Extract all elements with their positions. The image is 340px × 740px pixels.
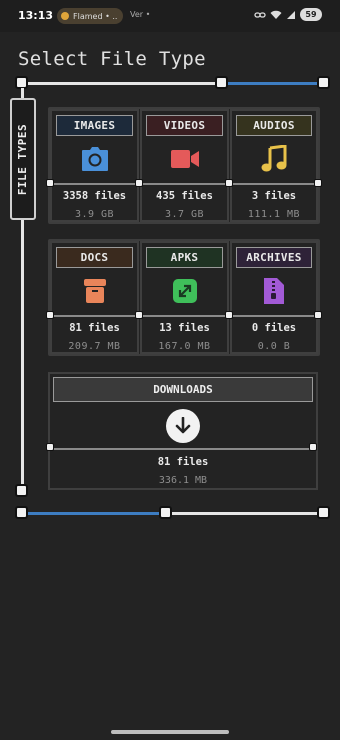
status-icons: 59	[254, 8, 322, 21]
file-size: 167.0 MB	[158, 341, 211, 352]
card-divider	[232, 183, 316, 185]
category-label: IMAGES	[56, 115, 133, 136]
grid-handle[interactable]	[46, 311, 54, 319]
downloads-handle-right[interactable]	[309, 443, 317, 451]
card-divider	[142, 315, 227, 317]
download-arrow-icon	[166, 409, 200, 443]
file-size: 336.1 MB	[158, 475, 208, 486]
file-size: 3.7 GB	[164, 209, 205, 220]
category-label: APKS	[146, 247, 223, 268]
file-count: 3 files	[251, 190, 297, 202]
top-slider-fill	[222, 82, 322, 85]
top-slider-handle-right[interactable]	[317, 76, 330, 89]
bottom-slider-fill	[22, 512, 166, 515]
grid-handle[interactable]	[225, 311, 233, 319]
file-count: 3358 files	[62, 190, 127, 202]
grid-handle[interactable]	[135, 179, 143, 187]
category-label: AUDIOS	[236, 115, 312, 136]
page-title: Select File Type	[18, 48, 206, 70]
vertical-slider-handle[interactable]	[15, 484, 28, 497]
signal-icon	[287, 10, 295, 19]
file-size: 0.0 B	[257, 341, 291, 352]
category-card-videos[interactable]: VIDEOS 435 files 3.7 GB	[140, 109, 229, 222]
downloads-card[interactable]: DOWNLOADS 81 files 336.1 MB	[48, 372, 318, 490]
file-count: 0 files	[251, 322, 297, 334]
status-extra: Ver •	[130, 10, 151, 19]
top-slider-handle-mid[interactable]	[215, 76, 228, 89]
video-camera-icon	[170, 144, 200, 174]
wifi-icon	[270, 10, 282, 19]
card-divider	[52, 183, 137, 185]
downloads-label: DOWNLOADS	[53, 377, 313, 402]
category-card-archives[interactable]: ARCHIVES 0 files 0.0 B	[230, 241, 318, 354]
card-divider	[52, 315, 137, 317]
media-dot-icon	[61, 12, 69, 20]
category-label: VIDEOS	[146, 115, 223, 136]
document-box-icon	[80, 276, 110, 306]
music-note-icon	[259, 144, 289, 174]
file-size: 111.1 MB	[247, 209, 301, 220]
card-divider	[142, 183, 227, 185]
grid-handle[interactable]	[135, 311, 143, 319]
category-label: ARCHIVES	[236, 247, 312, 268]
android-package-icon	[170, 276, 200, 306]
top-slider-track[interactable]	[22, 82, 222, 85]
link-icon	[254, 11, 266, 18]
category-label: DOCS	[56, 247, 133, 268]
file-count: 13 files	[159, 322, 210, 334]
grid-handle[interactable]	[225, 179, 233, 187]
file-count: 81 files	[69, 322, 120, 334]
grid-handle[interactable]	[46, 179, 54, 187]
grid-handle[interactable]	[314, 179, 322, 187]
category-card-images[interactable]: IMAGES 3358 files 3.9 GB	[50, 109, 139, 222]
bottom-slider-handle-right[interactable]	[317, 506, 330, 519]
category-card-docs[interactable]: DOCS 81 files 209.7 MB	[50, 241, 139, 354]
zip-file-icon	[259, 276, 289, 306]
media-notification-pill[interactable]: Flamed • ..	[57, 8, 123, 24]
category-card-audios[interactable]: AUDIOS 3 files 111.1 MB	[230, 109, 318, 222]
bottom-slider-track[interactable]	[166, 512, 322, 515]
downloads-handle-left[interactable]	[46, 443, 54, 451]
file-size: 209.7 MB	[68, 341, 121, 352]
pill-text: Flamed • ..	[73, 11, 118, 21]
category-card-apks[interactable]: APKS 13 files 167.0 MB	[140, 241, 229, 354]
battery-icon: 59	[300, 8, 322, 21]
card-divider	[232, 315, 316, 317]
status-bar: 13:13 Flamed • .. Ver • 59	[0, 0, 340, 32]
bottom-slider-handle-left[interactable]	[15, 506, 28, 519]
file-types-side-label: FILE TYPES	[10, 98, 36, 220]
camera-icon	[80, 144, 110, 174]
file-count: 81 files	[157, 456, 209, 468]
file-size: 3.9 GB	[74, 209, 115, 220]
file-count: 435 files	[156, 190, 213, 202]
bottom-slider-handle-mid[interactable]	[159, 506, 172, 519]
home-indicator[interactable]	[111, 730, 229, 734]
card-divider	[50, 448, 316, 450]
grid-handle[interactable]	[314, 311, 322, 319]
clock: 13:13	[18, 9, 54, 22]
